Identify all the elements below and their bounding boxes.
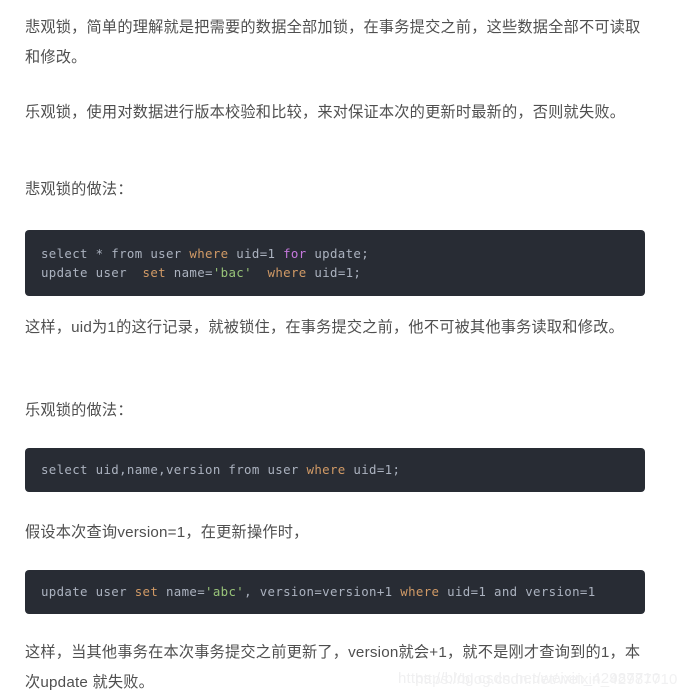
paragraph-pessimistic-lock-intro: 悲观锁，简单的理解就是把需要的数据全部加锁，在事务提交之前，这些数据全部不可读取… [25, 19, 641, 66]
code-block-optimistic-select-sql[interactable]: select uid,name,version from user where … [25, 448, 645, 492]
code-token: uid=1; [306, 265, 362, 280]
code-token-string: 'bac' [212, 265, 252, 280]
paragraph-optimistic-lock-approach-label: 乐观锁的做法： [25, 402, 133, 419]
code-token-keyword: where [189, 246, 229, 261]
code-token: update user [41, 584, 135, 599]
code-block-optimistic-update-sql[interactable]: update user set name='abc', version=vers… [25, 570, 645, 614]
code-block-pessimistic-lock-sql[interactable]: select * from user where uid=1 for updat… [25, 230, 645, 296]
code-token: name= [158, 584, 206, 599]
code-token: uid=1; [345, 462, 401, 477]
code-token: name= [165, 265, 213, 280]
code-line: select * from user where uid=1 for updat… [25, 244, 645, 263]
code-token: uid=1 and version=1 [439, 584, 596, 599]
code-token: , version=version+1 [244, 584, 401, 599]
paragraph-pessimistic-lock-explanation: 这样，uid为1的这行记录，就被锁住，在事务提交之前，他不可被其他事务读取和修改… [25, 319, 624, 336]
paragraph-version-assumption: 假设本次查询version=1，在更新操作时， [25, 524, 309, 541]
code-token-keyword: for [283, 246, 307, 261]
code-line: update user set name='bac' where uid=1; [25, 263, 645, 282]
code-token-keyword: where [306, 462, 346, 477]
paragraph-optimistic-lock-intro: 乐观锁，使用对数据进行版本校验和比较，来对保证本次的更新时最新的，否则就失败。 [25, 104, 626, 121]
code-token-keyword: where [267, 265, 307, 280]
paragraph-optimistic-lock-conclusion: 这样，当其他事务在本次事务提交之前更新了，version就会+1，就不是刚才查询… [25, 644, 641, 691]
code-token-keyword: where [400, 584, 440, 599]
code-token-keyword: set [134, 584, 159, 599]
code-token: select uid,name,version from user [41, 462, 307, 477]
code-token: update user [41, 265, 143, 280]
code-line: select uid,name,version from user where … [25, 462, 645, 478]
paragraph-pessimistic-lock-approach-label: 悲观锁的做法： [25, 181, 133, 198]
code-token-string: 'abc' [205, 584, 245, 599]
code-line: update user set name='abc', version=vers… [25, 584, 645, 600]
code-token: select * from user [41, 246, 190, 261]
code-token: uid=1 [228, 246, 284, 261]
code-token-keyword: set [142, 265, 166, 280]
code-token: update; [306, 246, 370, 261]
